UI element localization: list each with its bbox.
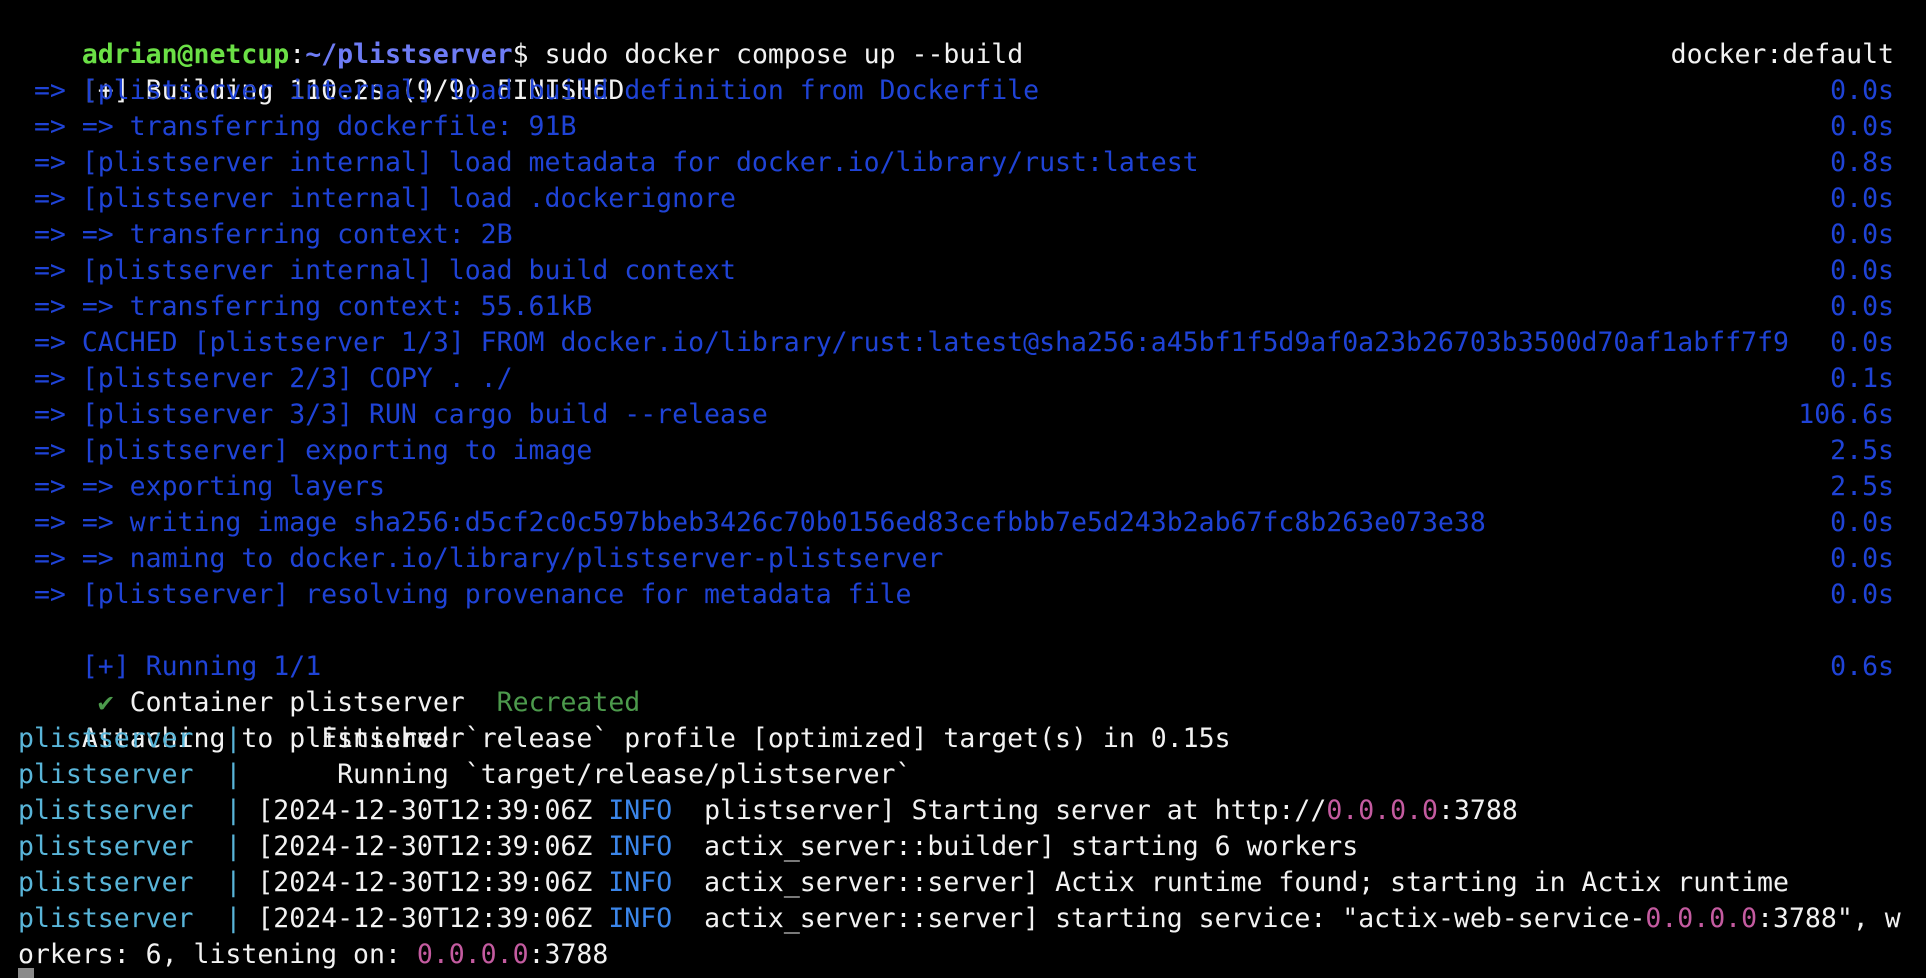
log-message-tail: :3788 (1438, 795, 1518, 826)
log-level: INFO (608, 831, 673, 862)
container-duration: 0.6s (1830, 651, 1894, 682)
build-step-duration: 0.0s (1830, 111, 1894, 142)
build-step-duration: 2.5s (1830, 435, 1894, 466)
build-step-text: => [plistserver internal] load .dockerig… (18, 183, 736, 214)
log-line: plistserver | Finished `release` profile… (18, 721, 1894, 757)
build-step-duration: 2.5s (1830, 471, 1894, 502)
build-step-text: => => writing image sha256:d5cf2c0c597bb… (18, 507, 1486, 538)
build-step-duration: 0.1s (1830, 363, 1894, 394)
build-step-duration: 106.6s (1798, 399, 1894, 430)
log-message: starting service: "actix-web-service- (1055, 903, 1646, 934)
log-message: Running `target/release/plistserver` (257, 759, 912, 790)
log-level: INFO (608, 867, 673, 898)
info-log-line: plistserver | [2024-12-30T12:39:06Z INFO… (18, 793, 1894, 829)
build-step: => => transferring context: 55.61kB 0.0s (18, 289, 1894, 325)
build-step-duration: 0.0s (1830, 291, 1894, 322)
log-module: plistserver] (672, 795, 912, 826)
log-timestamp: [2024-12-30T12:39:06Z (257, 903, 609, 934)
build-step-text: => => transferring context: 2B (18, 219, 513, 250)
build-step: => [plistserver 3/3] RUN cargo build --r… (18, 397, 1894, 433)
log-prefix: plistserver | (18, 867, 258, 898)
build-step: => [plistserver internal] load .dockerig… (18, 181, 1894, 217)
build-step: => CACHED [plistserver 1/3] FROM docker.… (18, 325, 1894, 361)
log-message-tail: :3788", w (1757, 903, 1901, 934)
build-step: => => writing image sha256:d5cf2c0c597bb… (18, 505, 1894, 541)
build-step-duration: 0.0s (1830, 255, 1894, 286)
log-prefix: plistserver | (18, 723, 258, 754)
terminal-cursor (18, 968, 34, 978)
wrap-ip: 0.0.0.0 (416, 939, 529, 970)
log-module: actix_server::server] (672, 867, 1056, 898)
build-step: => [plistserver] resolving provenance fo… (18, 577, 1894, 613)
build-step: => => transferring context: 2B 0.0s (18, 217, 1894, 253)
log-timestamp: [2024-12-30T12:39:06Z (257, 795, 609, 826)
log-message: Finished `release` profile [optimized] t… (257, 723, 1231, 754)
build-step-duration: 0.0s (1830, 219, 1894, 250)
build-step: => [plistserver internal] load metadata … (18, 145, 1894, 181)
info-log-line: plistserver | [2024-12-30T12:39:06Z INFO… (18, 901, 1901, 937)
log-module: actix_server::builder] (672, 831, 1072, 862)
log-level: INFO (608, 903, 673, 934)
build-step-text: => => exporting layers (18, 471, 385, 502)
wrap-tail: :3788 (528, 939, 609, 970)
build-step-text: => => transferring dockerfile: 91B (18, 111, 577, 142)
build-step-text: => [plistserver internal] load build con… (18, 255, 736, 286)
build-step: => => exporting layers 2.5s (18, 469, 1894, 505)
build-step-duration: 0.0s (1830, 507, 1894, 538)
log-ip: 0.0.0.0 (1326, 795, 1438, 826)
build-step: => [plistserver internal] load build def… (18, 73, 1894, 109)
build-step: => => naming to docker.io/library/plists… (18, 541, 1894, 577)
build-step-text: => [plistserver 2/3] COPY . ./ (18, 363, 513, 394)
prompt-line: adrian@netcup:~/plistserver$ sudo docker… (18, 1, 1894, 70)
build-step: => => transferring dockerfile: 91B 0.0s (18, 109, 1894, 145)
log-level: INFO (608, 795, 673, 826)
log-line: plistserver | Running `target/release/pl… (18, 757, 1894, 793)
log-prefix: plistserver | (18, 759, 258, 790)
log-message: Starting server at http:// (911, 795, 1327, 826)
attaching-line: Attaching to plistserver (18, 685, 1894, 754)
build-step: => [plistserver internal] load build con… (18, 253, 1894, 289)
running-header-line: [+] Running 1/1 (18, 613, 1894, 682)
build-step-duration: 0.0s (1830, 543, 1894, 574)
log-prefix: plistserver | (18, 831, 258, 862)
log-prefix: plistserver | (18, 795, 258, 826)
build-step-text: => [plistserver 3/3] RUN cargo build --r… (18, 399, 768, 430)
build-context: docker:default (1670, 39, 1894, 70)
log-message: Actix runtime found; starting in Actix r… (1055, 867, 1789, 898)
log-message: starting 6 workers (1071, 831, 1359, 862)
log-timestamp: [2024-12-30T12:39:06Z (257, 867, 609, 898)
build-step-text: => [plistserver internal] load metadata … (18, 147, 1199, 178)
build-step-text: => [plistserver internal] load build def… (18, 75, 1040, 106)
build-step-duration: 0.0s (1830, 579, 1894, 610)
wrap-text: orkers: 6, listening on: (18, 939, 417, 970)
build-step-text: => CACHED [plistserver 1/3] FROM docker.… (18, 327, 1789, 358)
info-log-line: plistserver | [2024-12-30T12:39:06Z INFO… (18, 865, 1894, 901)
build-step: => [plistserver 2/3] COPY . ./ 0.1s (18, 361, 1894, 397)
log-module: actix_server::server] (672, 903, 1056, 934)
build-step-duration: 0.0s (1830, 183, 1894, 214)
build-step-duration: 0.8s (1830, 147, 1894, 178)
container-status-line: ✔ Container plistserver Recreated 0.6s (18, 649, 1894, 718)
build-step-text: => [plistserver] exporting to image (18, 435, 593, 466)
info-log-line: plistserver | [2024-12-30T12:39:06Z INFO… (18, 829, 1894, 865)
build-step-text: => => naming to docker.io/library/plists… (18, 543, 944, 574)
terminal-output[interactable]: adrian@netcup:~/plistserver$ sudo docker… (18, 1, 1901, 973)
log-timestamp: [2024-12-30T12:39:06Z (257, 831, 609, 862)
build-step-text: => => transferring context: 55.61kB (18, 291, 593, 322)
build-step-duration: 0.0s (1830, 327, 1894, 358)
build-header-line: [+] Building 110.2s (9/9) FINISHED docke… (18, 37, 1894, 106)
log-ip: 0.0.0.0 (1645, 903, 1758, 934)
log-prefix: plistserver | (18, 903, 258, 934)
build-step-text: => [plistserver] resolving provenance fo… (18, 579, 912, 610)
build-step: => [plistserver] exporting to image 2.5s (18, 433, 1894, 469)
build-step-duration: 0.0s (1830, 75, 1894, 106)
wrapped-log-line: orkers: 6, listening on: 0.0.0.0:3788 (18, 937, 1894, 973)
